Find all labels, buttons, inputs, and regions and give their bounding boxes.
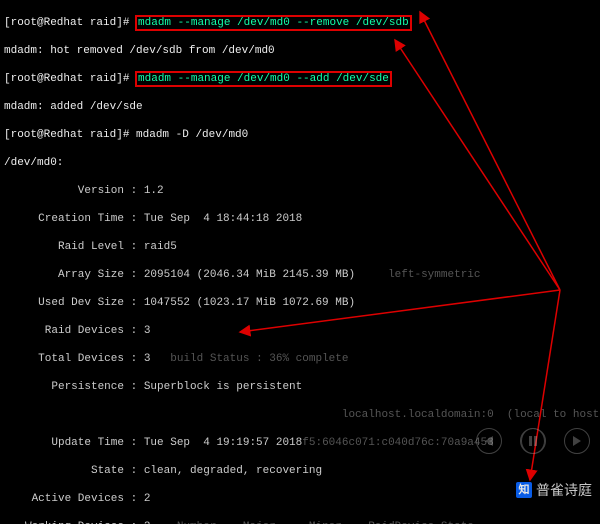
- next-icon: [564, 428, 590, 454]
- field-raid-devices: Raid Devices : 3: [4, 324, 600, 338]
- field-raid-level: Raid Level : raid5: [4, 240, 600, 254]
- output-removed: mdadm: hot removed /dev/sdb from /dev/md…: [4, 44, 600, 58]
- field-total-devices: Total Devices : 3 build Status : 36% com…: [4, 352, 600, 366]
- pause-icon: [520, 428, 546, 454]
- device-header: /dev/md0:: [4, 156, 600, 170]
- prev-icon: [476, 428, 502, 454]
- field-version: Version : 1.2: [4, 184, 600, 198]
- command-add: mdadm --manage /dev/md0 --add /dev/sde: [138, 73, 389, 85]
- media-controls-overlay: [476, 428, 590, 454]
- command-detail: mdadm -D /dev/md0: [136, 129, 248, 141]
- field-persistence: Persistence : Superblock is persistent: [4, 380, 600, 394]
- watermark: 知 普雀诗庭: [516, 482, 592, 498]
- prompt: [root@Redhat raid]#: [4, 17, 129, 29]
- field-array-size: Array Size : 2095104 (2046.34 MiB 2145.3…: [4, 268, 600, 282]
- prompt: [root@Redhat raid]#: [4, 73, 129, 85]
- field-used-dev-size: Used Dev Size : 1047552 (1023.17 MiB 107…: [4, 296, 600, 310]
- prompt: [root@Redhat raid]#: [4, 129, 129, 141]
- field-active-devices: Active Devices : 2: [4, 492, 600, 506]
- output-added: mdadm: added /dev/sde: [4, 100, 600, 114]
- field-creation-time: Creation Time : Tue Sep 4 18:44:18 2018: [4, 212, 600, 226]
- command-remove: mdadm --manage /dev/md0 --remove /dev/sd…: [138, 17, 409, 29]
- field-working-devices: Working Devices : 3 Number Major Minor R…: [4, 520, 600, 524]
- blank-1: localhost.localdomain:0 (local to host l…: [4, 408, 600, 422]
- field-state: State : clean, degraded, recovering: [4, 464, 600, 478]
- zhihu-icon: 知: [516, 482, 532, 498]
- watermark-text: 普雀诗庭: [536, 483, 592, 497]
